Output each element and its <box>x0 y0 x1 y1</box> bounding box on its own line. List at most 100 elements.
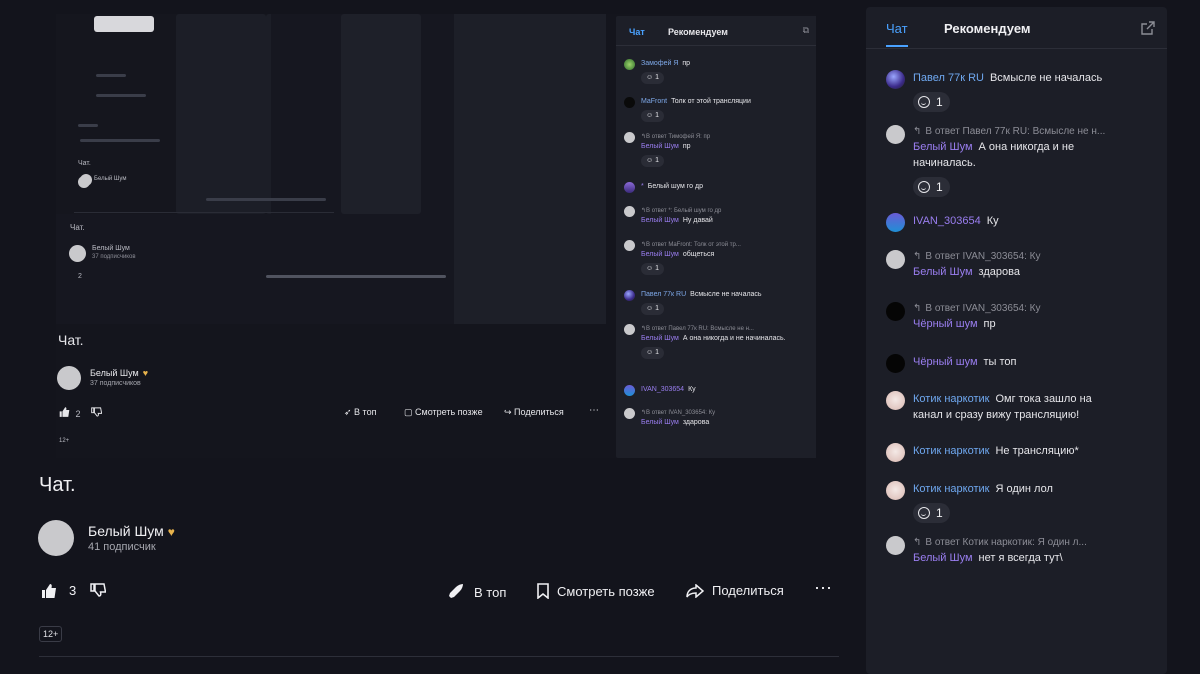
reply-reference[interactable]: ↰ В ответ Котик наркотик: Я один л... <box>913 536 1155 550</box>
user-avatar[interactable] <box>886 536 905 555</box>
user-avatar[interactable] <box>886 391 905 410</box>
channel-name[interactable]: Белый Шум ♥ <box>88 523 175 539</box>
popout-icon[interactable] <box>1141 21 1155 35</box>
reply-reference[interactable]: ↰В ответ IVAN_303654: Ку <box>913 302 1155 316</box>
chat-message: ↰ В ответ Котик наркотик: Я один л... Белы… <box>886 536 1155 566</box>
user-avatar[interactable] <box>886 70 905 89</box>
username[interactable]: Белый Шум <box>641 143 679 150</box>
username[interactable]: Котик наркотик <box>913 445 989 457</box>
username[interactable]: * <box>641 183 644 190</box>
reaction-button: ☺ 1 <box>641 263 664 275</box>
username[interactable]: Белый Шум <box>913 141 973 153</box>
message-body: Котик наркотик Я один лол 1 <box>913 481 1155 524</box>
user-avatar[interactable] <box>886 213 905 232</box>
like-button[interactable]: 3 <box>41 583 76 598</box>
user-avatar[interactable] <box>624 97 635 108</box>
share-button[interactable]: Поделиться <box>686 583 784 598</box>
reaction-button: ☺ 1 <box>641 347 664 359</box>
username[interactable]: Белый Шум <box>641 217 679 224</box>
username[interactable]: Павел 77к RU <box>913 72 984 84</box>
message-text: пр <box>682 60 691 67</box>
message-body: Котик наркотик Омг тока зашло на канал и с… <box>913 391 1155 423</box>
tab-recommend[interactable]: Рекомендуем <box>944 21 1031 36</box>
nested-frame: Чат. Белый Шум Чат. Белый Шум 37 подписч… <box>56 14 456 324</box>
username[interactable]: Котик наркотик <box>913 393 989 405</box>
user-avatar[interactable] <box>886 250 905 269</box>
reaction-count: 1 <box>655 305 659 312</box>
user-avatar[interactable] <box>886 302 905 321</box>
user-avatar[interactable] <box>624 182 635 193</box>
reply-reference[interactable]: ↰В ответ IVAN_303654: Ку <box>913 250 1155 264</box>
user-avatar[interactable] <box>624 385 635 396</box>
frame-later-button: ▢ Смотреть позже <box>404 407 483 417</box>
rocket-icon <box>449 584 463 598</box>
age-rating: 12+ <box>39 626 63 642</box>
frame-share-button: ↪ Поделиться <box>504 407 564 417</box>
user-avatar[interactable] <box>886 443 905 462</box>
user-avatar[interactable] <box>886 481 905 500</box>
username[interactable]: Белый Шум <box>641 251 679 258</box>
username[interactable]: IVAN_303654 <box>913 215 981 227</box>
username[interactable]: Котик наркотик <box>913 483 989 495</box>
reply-reference[interactable]: ↰В ответ Павел 77к RU: Всмысле не н... <box>913 125 1155 139</box>
frame-avatar <box>57 366 81 390</box>
user-avatar[interactable] <box>624 324 635 335</box>
user-avatar[interactable] <box>624 290 635 301</box>
reply-arrow-icon: ↰ <box>913 251 922 262</box>
message-text: Я один лол <box>995 483 1053 495</box>
chat-message: ↰В ответ MaFront: Толк от этой тр... Белы… <box>624 240 813 275</box>
username[interactable]: Замофей Я <box>641 60 678 67</box>
username[interactable]: Белый Шум <box>913 552 973 564</box>
like-icon <box>59 407 70 417</box>
share-icon <box>686 583 704 598</box>
reply-reference[interactable]: ↰В ответ Павел 77к RU: Всмысле не н... <box>641 324 813 334</box>
reply-reference[interactable]: ↰В ответ Тимофей Я: пр <box>641 132 813 142</box>
username[interactable]: IVAN_303654 <box>641 386 684 393</box>
channel-avatar[interactable] <box>38 520 74 556</box>
reaction-button[interactable]: 1 <box>913 92 950 112</box>
reply-text: В ответ IVAN_303654: Ку <box>925 303 1041 314</box>
dislike-button[interactable] <box>90 583 106 597</box>
user-avatar[interactable] <box>624 240 635 251</box>
video-player[interactable]: Чат. Белый Шум Чат. Белый Шум 37 подписч… <box>56 14 816 458</box>
reaction-button: ☺ 1 <box>641 155 664 167</box>
blurred-pane <box>176 14 266 214</box>
message-text: здарова <box>978 266 1020 278</box>
message-body: ↰В ответ IVAN_303654: КуБелый Шумздарова <box>641 408 813 428</box>
username[interactable]: Белый Шум <box>641 335 679 342</box>
username[interactable]: Павел 77к RU <box>641 291 686 298</box>
username[interactable]: Белый Шум <box>641 419 679 426</box>
chat-message: Котик наркотик Не трансляцию* <box>886 443 1155 462</box>
user-avatar[interactable] <box>886 354 905 373</box>
user-avatar[interactable] <box>624 206 635 217</box>
watch-later-button[interactable]: Смотреть позже <box>537 583 655 599</box>
top-button[interactable]: В топ <box>448 583 506 601</box>
username[interactable]: Чёрный шум <box>913 318 978 330</box>
reaction-button[interactable]: 1 <box>913 503 950 523</box>
reply-text: В ответ IVAN_303654: Ку <box>646 410 716 416</box>
message-text: Толк от этой трансляции <box>671 98 751 105</box>
reply-reference[interactable]: ↰В ответ MaFront: Толк от этой тр... <box>641 240 813 250</box>
message-body: Чёрный шум ты топ <box>913 354 1155 370</box>
divider <box>74 212 334 213</box>
user-avatar[interactable] <box>624 132 635 143</box>
reply-reference[interactable]: ↰В ответ IVAN_303654: Ку <box>641 408 813 418</box>
username[interactable]: Белый Шум <box>913 266 973 278</box>
username[interactable]: MaFront <box>641 98 667 105</box>
channel-name-text[interactable]: Белый Шум <box>88 523 164 539</box>
like-count: 3 <box>69 583 77 598</box>
message-text: Белый шум го др <box>647 183 703 190</box>
frame-more-icon: ⋯ <box>589 405 599 416</box>
username[interactable]: Чёрный шум <box>913 356 978 368</box>
message-text: Ну давай <box>682 217 713 224</box>
reaction-button[interactable]: 1 <box>913 177 950 197</box>
user-avatar[interactable] <box>624 59 635 70</box>
reply-text: В ответ Котик наркотик: Я один л... <box>925 537 1087 548</box>
reaction-count: 1 <box>936 180 943 194</box>
user-avatar[interactable] <box>624 408 635 419</box>
reply-reference[interactable]: ↰В ответ *: Белый шум го др <box>641 206 813 216</box>
chat-message: ↰В ответ Павел 77к RU: Всмысле не н... Бе… <box>886 125 1155 198</box>
more-icon[interactable]: ⋯ <box>814 578 832 599</box>
tab-chat[interactable]: Чат <box>886 21 908 47</box>
user-avatar[interactable] <box>886 125 905 144</box>
